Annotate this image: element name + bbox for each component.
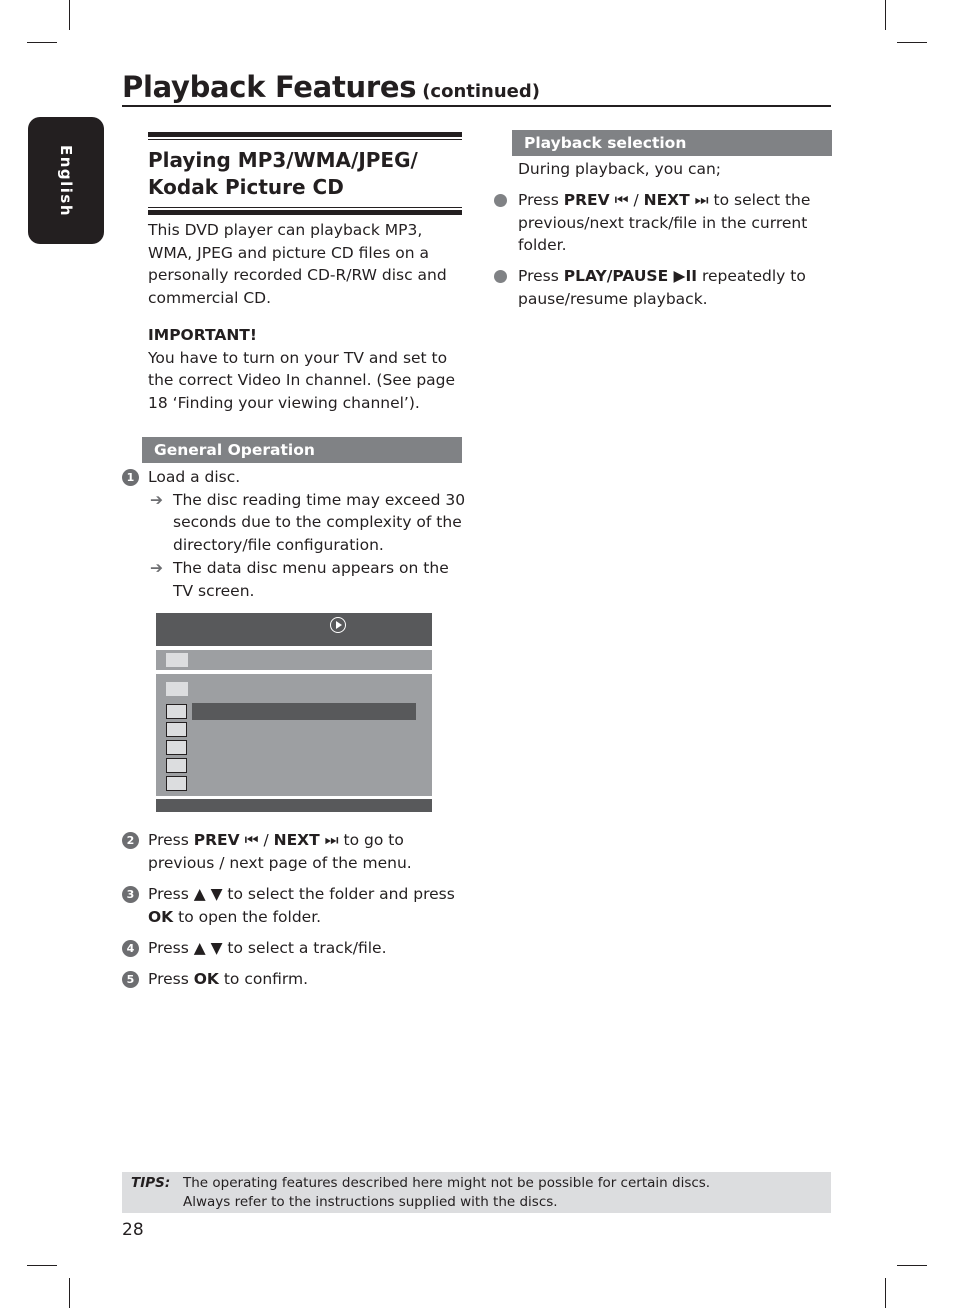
file-icon — [166, 758, 187, 773]
step-1: 1 Load a disc. ➔ The disc reading time m… — [122, 466, 467, 602]
step-3: 3 Press ▲ ▼ to select the folder and pre… — [122, 883, 467, 928]
sub-item-text: The data disc menu appears on the TV scr… — [173, 559, 449, 600]
bullet-text: Press PREV ⏮ / NEXT ⏭ to select the prev… — [518, 191, 811, 254]
step-text: Press OK to confirm. — [148, 970, 309, 988]
crop-mark — [897, 42, 927, 43]
bullet-item: Press PREV ⏮ / NEXT ⏭ to select the prev… — [494, 189, 834, 257]
important-text: You have to turn on your TV and set to t… — [148, 348, 456, 412]
page-number: 28 — [122, 1220, 144, 1240]
screen-header-bar — [156, 613, 432, 646]
folder-icon — [166, 653, 188, 667]
language-tab: English — [28, 117, 104, 244]
skip-next-icon: ⏭ — [694, 191, 709, 209]
language-tab-label: English — [57, 144, 75, 217]
bullet-icon — [494, 194, 507, 207]
skip-next-icon: ⏭ — [324, 831, 339, 849]
section-heading-block: Playing MP3/WMA/JPEG/ Kodak Picture CD — [148, 132, 462, 215]
step-number-icon: 2 — [122, 832, 139, 849]
step-text: Press ▲ ▼ to select the folder and press… — [148, 885, 455, 926]
step-sub-item: ➔ The data disc menu appears on the TV s… — [148, 557, 467, 602]
page-title-suffix: (continued) — [422, 81, 541, 102]
step-number-icon: 1 — [122, 469, 139, 486]
disc-menu-screen-illustration — [156, 613, 432, 812]
folder-icon — [166, 682, 188, 696]
file-icon — [166, 740, 187, 755]
crop-mark — [69, 0, 70, 30]
divider — [148, 132, 462, 137]
screen-file-list — [156, 674, 432, 796]
sub-item-text: The disc reading time may exceed 30 seco… — [173, 490, 466, 554]
crop-mark — [885, 0, 886, 30]
step-number-icon: 5 — [122, 971, 139, 988]
step-text: Press PREV ⏮ / NEXT ⏭ to go to previous … — [148, 831, 412, 872]
step-number-icon: 3 — [122, 886, 139, 903]
playback-selection-header: Playback selection — [512, 130, 832, 156]
tips-line: Always refer to the instructions supplie… — [183, 1193, 558, 1210]
tips-line: The operating features described here mi… — [183, 1175, 711, 1191]
step-text: Press ▲ ▼ to select a track/file. — [148, 939, 387, 957]
screen-path-row — [156, 650, 432, 670]
step-5: 5 Press OK to confirm. — [122, 968, 467, 991]
selection-highlight — [192, 703, 416, 720]
tips-box: TIPS: The operating features described h… — [122, 1172, 831, 1213]
file-icon — [166, 722, 187, 737]
playback-intro: During playback, you can; — [518, 160, 722, 178]
important-label: IMPORTANT! — [148, 326, 257, 344]
file-icon — [166, 776, 187, 791]
step-4: 4 Press ▲ ▼ to select a track/file. — [122, 937, 467, 960]
bullet-icon — [494, 270, 507, 283]
important-note: IMPORTANT! You have to turn on your TV a… — [148, 324, 468, 414]
crop-mark — [897, 1265, 927, 1266]
divider — [148, 207, 462, 208]
section-title-line: Playing MP3/WMA/JPEG/ — [148, 148, 418, 172]
crop-mark — [885, 1278, 886, 1308]
arrow-right-icon: ➔ — [150, 490, 163, 509]
step-2: 2 Press PREV ⏮ / NEXT ⏭ to go to previou… — [122, 829, 467, 874]
page-title-main: Playback Features — [122, 70, 417, 104]
file-icon — [166, 704, 187, 719]
skip-previous-icon: ⏮ — [614, 191, 629, 209]
tips-label: TIPS: — [131, 1175, 171, 1191]
section-title-line: Kodak Picture CD — [148, 175, 344, 199]
bullet-text: Press PLAY/PAUSE ▶II repeatedly to pause… — [518, 267, 806, 308]
arrow-right-icon: ➔ — [150, 559, 163, 577]
crop-mark — [27, 42, 57, 43]
screen-footer-bar — [156, 799, 432, 812]
general-operation-header: General Operation — [142, 437, 462, 463]
bullet-item: Press PLAY/PAUSE ▶II repeatedly to pause… — [494, 265, 834, 310]
step-sub-item: ➔ The disc reading time may exceed 30 se… — [148, 489, 467, 557]
step-text: Load a disc. — [148, 468, 241, 486]
skip-previous-icon: ⏮ — [244, 831, 259, 849]
divider — [148, 210, 462, 215]
section-title: Playing MP3/WMA/JPEG/ Kodak Picture CD — [148, 140, 462, 207]
step-number-icon: 4 — [122, 940, 139, 957]
intro-paragraph: This DVD player can playback MP3, WMA, J… — [148, 221, 447, 307]
crop-mark — [27, 1265, 57, 1266]
page-title: Playback Features (continued) — [122, 70, 831, 107]
play-circle-icon — [330, 617, 346, 633]
crop-mark — [69, 1278, 70, 1308]
